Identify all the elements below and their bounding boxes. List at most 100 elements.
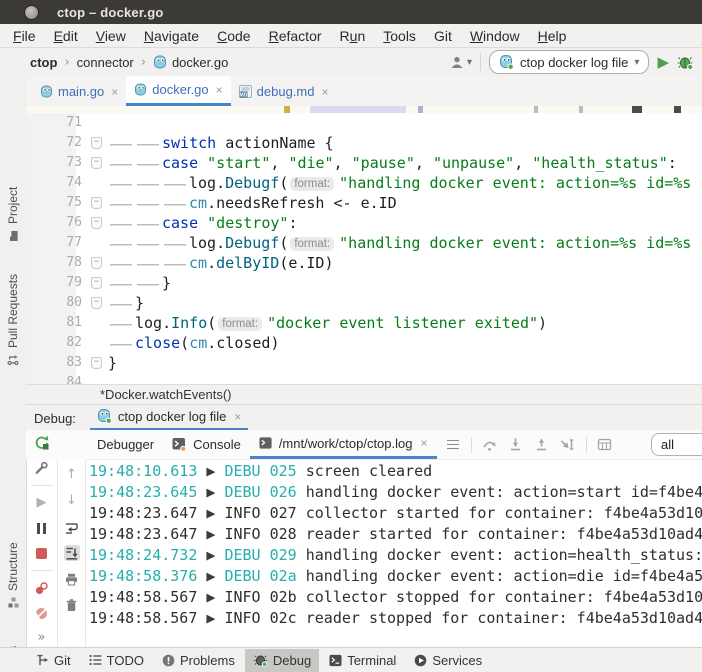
run-button[interactable]: ▶ bbox=[657, 55, 669, 70]
menu-refactor[interactable]: Refactor bbox=[260, 28, 331, 44]
settings-wrench-icon[interactable] bbox=[34, 460, 50, 476]
code-token bbox=[198, 214, 207, 232]
sidebar-item-project[interactable]: Project bbox=[0, 162, 26, 242]
fold-gutter bbox=[90, 173, 106, 193]
debug-button[interactable] bbox=[677, 54, 694, 70]
step-into-icon[interactable] bbox=[508, 437, 524, 453]
menu-tools[interactable]: Tools bbox=[374, 28, 425, 44]
code-token: cm bbox=[189, 334, 207, 352]
log-line: 19:48:58.567 ▶ INFO 02c reader stopped f… bbox=[89, 608, 702, 629]
rerun-icon[interactable] bbox=[34, 435, 50, 451]
breadcrumb-separator: › bbox=[141, 55, 146, 70]
resume-icon[interactable]: ▶ bbox=[34, 495, 50, 511]
step-out-icon[interactable] bbox=[534, 437, 550, 453]
code-token: .needsRefresh <- e.ID bbox=[207, 194, 397, 212]
log-console[interactable]: 19:48:10.613 ▶ DEBU 025 screen cleared19… bbox=[87, 460, 702, 646]
menu-code[interactable]: Code bbox=[208, 28, 259, 44]
log-filter-select[interactable]: all bbox=[651, 433, 702, 456]
tab-docker-go[interactable]: docker.go × bbox=[126, 76, 230, 106]
tab-debugger[interactable]: Debugger bbox=[88, 430, 163, 459]
statusbar-problems[interactable]: Problems bbox=[154, 649, 243, 672]
options-menu-icon[interactable] bbox=[445, 437, 461, 453]
evaluate-expression-icon[interactable] bbox=[597, 437, 613, 453]
fold-marker-icon[interactable]: − bbox=[91, 137, 102, 149]
mute-breakpoints-icon[interactable] bbox=[34, 605, 50, 621]
close-icon[interactable]: × bbox=[321, 85, 328, 99]
pause-icon[interactable] bbox=[34, 520, 50, 536]
tab-whitespace bbox=[135, 277, 162, 291]
fold-gutter: − bbox=[90, 293, 106, 313]
code-token: log. bbox=[189, 234, 225, 252]
down-stack-icon[interactable]: ↓ bbox=[64, 493, 80, 509]
print-icon[interactable] bbox=[64, 571, 80, 587]
menu-window[interactable]: Window bbox=[461, 28, 529, 44]
code-token: } bbox=[108, 354, 117, 372]
close-icon[interactable]: × bbox=[111, 85, 118, 99]
menu-git[interactable]: Git bbox=[425, 28, 461, 44]
view-breakpoints-icon[interactable] bbox=[34, 580, 50, 596]
menu-help[interactable]: Help bbox=[529, 28, 576, 44]
clear-trash-icon[interactable] bbox=[64, 597, 80, 613]
sidebar-item-structure[interactable]: Structure bbox=[0, 528, 26, 608]
stop-icon[interactable] bbox=[34, 545, 50, 561]
code-text bbox=[106, 373, 108, 384]
sidebar-item-pull-requests[interactable]: Pull Requests bbox=[0, 244, 26, 366]
chevron-down-icon: ▾ bbox=[467, 57, 472, 68]
menu-navigate[interactable]: Navigate bbox=[135, 28, 208, 44]
code-line: 72−switch actionName { bbox=[26, 133, 702, 153]
fold-marker-icon[interactable]: − bbox=[91, 357, 102, 369]
more-chevron-icon[interactable]: » bbox=[38, 630, 46, 645]
menu-edit[interactable]: Edit bbox=[45, 28, 87, 44]
statusbar-debug[interactable]: Debug bbox=[245, 649, 319, 672]
code-token: "pause" bbox=[352, 154, 415, 172]
close-icon[interactable]: × bbox=[234, 410, 241, 424]
close-icon[interactable]: × bbox=[420, 436, 427, 450]
step-over-icon[interactable] bbox=[482, 437, 498, 453]
code-token: case bbox=[162, 154, 198, 172]
debug-session-tab[interactable]: ctop docker log file × bbox=[90, 405, 248, 431]
statusbar-terminal[interactable]: Terminal bbox=[321, 649, 404, 672]
code-editor[interactable]: 7172−switch actionName {73−case "start",… bbox=[26, 106, 702, 384]
menu-run[interactable]: Run bbox=[331, 28, 375, 44]
tab-whitespace bbox=[162, 237, 189, 251]
go-file-icon bbox=[40, 85, 53, 98]
fold-marker-icon[interactable]: − bbox=[91, 157, 102, 169]
line-number: 83 bbox=[26, 353, 90, 373]
tab-ctop-log[interactable]: /mnt/work/ctop/ctop.log × bbox=[250, 430, 437, 459]
tab-debug-md[interactable]: MD debug.md × bbox=[231, 77, 337, 106]
run-to-cursor-icon[interactable] bbox=[560, 437, 576, 453]
line-number: 84 bbox=[26, 373, 90, 384]
tab-console[interactable]: Console bbox=[163, 430, 250, 459]
window-button-icon[interactable] bbox=[24, 5, 39, 20]
code-token: cm bbox=[189, 254, 207, 272]
user-avatar-icon[interactable]: ▾ bbox=[449, 55, 472, 69]
breadcrumb-separator: › bbox=[64, 55, 69, 70]
tab-whitespace bbox=[108, 277, 135, 291]
fold-gutter: − bbox=[90, 213, 106, 233]
breadcrumb-package[interactable]: connector bbox=[77, 55, 134, 70]
scroll-to-end-icon[interactable] bbox=[64, 545, 80, 561]
code-token: actionName { bbox=[216, 134, 333, 152]
log-line: 19:48:58.376 ▶ DEBU 02a handling docker … bbox=[89, 566, 702, 587]
breadcrumb-file[interactable]: docker.go bbox=[153, 55, 228, 70]
close-icon[interactable]: × bbox=[216, 83, 223, 97]
statusbar-services[interactable]: Services bbox=[406, 649, 490, 672]
tab-main-go[interactable]: main.go × bbox=[32, 77, 126, 106]
statusbar-git[interactable]: Git bbox=[28, 649, 79, 672]
statusbar-label: Git bbox=[54, 653, 71, 668]
statusbar-todo[interactable]: TODO bbox=[81, 649, 152, 672]
breadcrumb-project[interactable]: ctop bbox=[30, 55, 57, 70]
fold-marker-icon[interactable]: − bbox=[91, 217, 102, 229]
menu-file[interactable]: File bbox=[4, 28, 45, 44]
up-stack-icon[interactable]: ↑ bbox=[64, 467, 80, 483]
fold-marker-icon[interactable]: − bbox=[91, 197, 102, 209]
run-configuration-select[interactable]: ctop docker log file ▾ bbox=[489, 50, 649, 74]
fold-marker-icon[interactable]: − bbox=[91, 297, 102, 309]
soft-wrap-icon[interactable] bbox=[64, 519, 80, 535]
menu-view[interactable]: View bbox=[87, 28, 135, 44]
chevron-down-icon: ▾ bbox=[634, 57, 639, 68]
fold-gutter: − bbox=[90, 353, 106, 373]
editor-tab-bar: main.go × docker.go × MD debug.md × bbox=[26, 76, 702, 107]
fold-marker-icon[interactable]: − bbox=[91, 277, 102, 289]
fold-marker-icon[interactable]: − bbox=[91, 257, 102, 269]
